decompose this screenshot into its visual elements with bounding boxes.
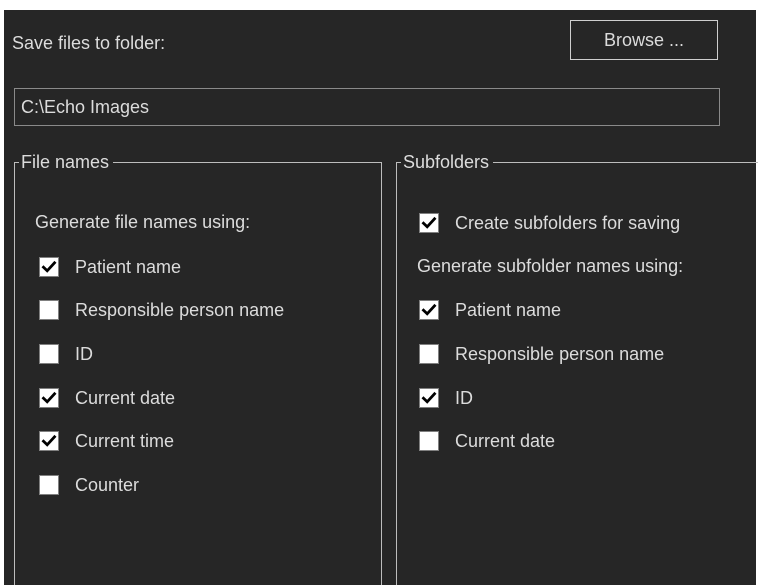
checkbox-label: Patient name [75,256,182,277]
save-settings-panel: Save files to folder: Browse ... C:\Echo… [4,10,758,585]
browse-button[interactable]: Browse ... [570,20,718,60]
checkbox-label: Current date [75,387,176,408]
checkbox-label: Responsible person name [75,299,285,320]
checkbox-label: Counter [75,474,140,495]
checkbox-label: Patient name [455,299,562,320]
file-option-responsible-person-name[interactable]: Responsible person name [39,298,284,322]
subfolder-option-id[interactable]: ID [419,386,473,410]
screenshot-root: Save files to folder: Browse ... C:\Echo… [0,0,758,585]
checkbox-label: ID [455,387,473,408]
file-option-current-date[interactable]: Current date [39,386,175,410]
checkbox-label: Current date [455,430,556,451]
checkbox-label: Responsible person name [455,343,665,364]
checkbox[interactable] [419,213,439,233]
save-folder-label: Save files to folder: [12,33,166,53]
checkbox-label: Create subfolders for saving [455,212,681,233]
checkmark-icon [421,216,437,229]
subfolder-option-responsible-person-name[interactable]: Responsible person name [419,342,664,366]
checkmark-icon [41,260,57,273]
folder-path-input[interactable]: C:\Echo Images [14,88,720,126]
checkmark-icon [421,391,437,404]
checkbox[interactable] [419,344,439,364]
checkbox[interactable] [39,300,59,320]
checkbox-label: Current time [75,430,175,451]
checkmark-icon [41,391,57,404]
checkbox[interactable] [39,257,59,277]
checkbox-label: ID [75,343,93,364]
checkmark-icon [41,434,57,447]
create-subfolders-option[interactable]: Create subfolders for saving [419,211,680,235]
file-option-counter[interactable]: Counter [39,473,139,497]
file-option-current-time[interactable]: Current time [39,429,174,453]
subfolder-option-current-date[interactable]: Current date [419,429,555,453]
checkmark-icon [421,303,437,316]
checkbox[interactable] [419,431,439,451]
checkbox[interactable] [39,475,59,495]
checkbox[interactable] [39,344,59,364]
file-names-group-title: File names [19,151,114,173]
subfolders-group: Subfolders Create subfolders for saving … [396,151,758,585]
file-names-intro: Generate file names using: [35,212,251,232]
checkbox[interactable] [419,388,439,408]
checkbox[interactable] [419,300,439,320]
file-names-group: File names Generate file names using: Pa… [14,151,382,585]
subfolder-option-patient-name[interactable]: Patient name [419,298,561,322]
checkbox[interactable] [39,388,59,408]
file-option-patient-name[interactable]: Patient name [39,255,181,279]
checkbox[interactable] [39,431,59,451]
subfolders-group-title: Subfolders [401,151,494,173]
file-option-id[interactable]: ID [39,342,93,366]
subfolders-intro: Generate subfolder names using: [417,256,684,276]
